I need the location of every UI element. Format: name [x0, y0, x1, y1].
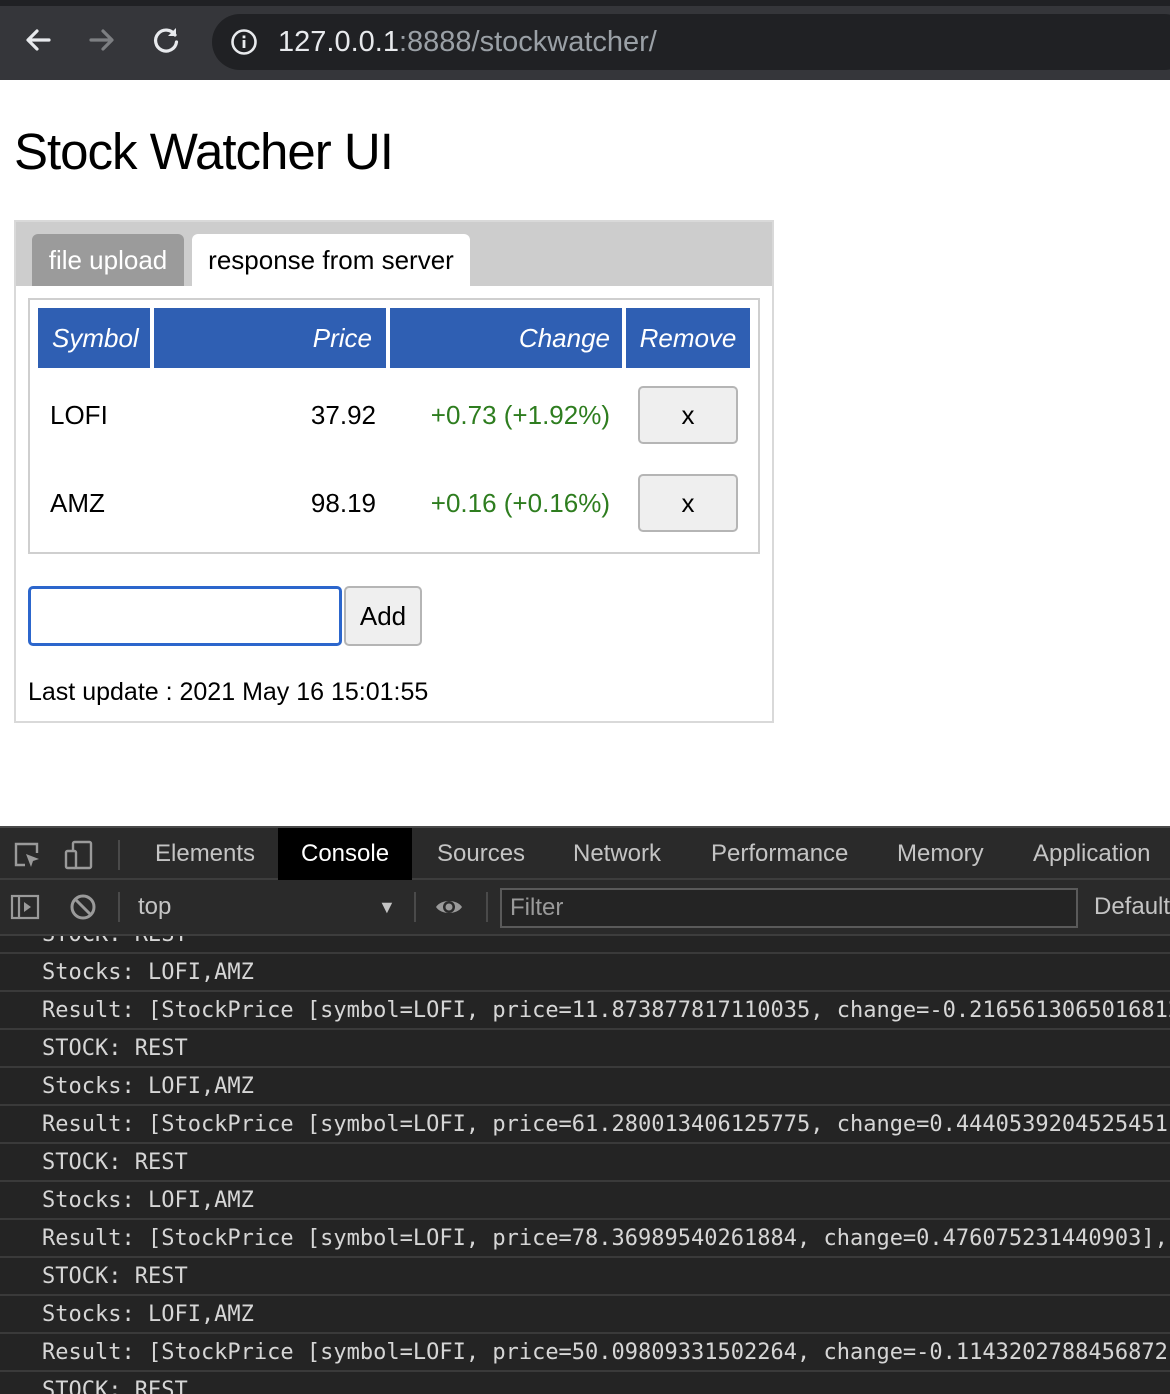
back-arrow-icon	[26, 29, 51, 51]
column-header-remove: Remove	[626, 308, 750, 368]
devtools-tab-console[interactable]: Console	[278, 828, 413, 880]
back-button[interactable]	[18, 20, 58, 60]
console-message: Stocks: LOFI,AMZ	[0, 1296, 1170, 1334]
devtools-tab-application[interactable]: Application	[1010, 828, 1170, 880]
devtools-tab-memory[interactable]: Memory	[874, 828, 1007, 880]
tab-response-from-server[interactable]: response from server	[192, 234, 470, 286]
url-text: 127.0.0.1:8888/stockwatcher/	[278, 26, 657, 58]
row-change: +0.16 (+0.16%)	[430, 488, 610, 518]
devtools-tab-bar: Elements Console Sources Network Perform…	[0, 826, 1170, 880]
url-path: :8888/stockwatcher/	[398, 26, 657, 58]
row-change: +0.73 (+1.92%)	[430, 400, 610, 430]
address-bar[interactable]: 127.0.0.1:8888/stockwatcher/	[212, 14, 1170, 70]
dropdown-arrow-icon: ▼	[378, 897, 396, 917]
devtools-panel: Elements Console Sources Network Perform…	[0, 826, 1170, 1394]
add-symbol-input[interactable]	[28, 586, 342, 646]
page-title: Stock Watcher UI	[14, 123, 394, 180]
toolbar-divider	[486, 892, 488, 922]
toolbar-divider	[118, 892, 120, 922]
context-selector[interactable]: top	[138, 880, 398, 934]
console-message: STOCK: REST	[0, 1030, 1170, 1068]
row-price: 37.92	[310, 400, 376, 430]
reload-icon	[154, 28, 179, 53]
console-message: Result: [StockPrice [symbol=LOFI, price=…	[0, 1106, 1170, 1144]
tab-panel: file upload response from server Symbol …	[14, 220, 774, 723]
remove-button-amz[interactable]: x	[638, 474, 738, 532]
console-message: Stocks: LOFI,AMZ	[0, 1068, 1170, 1106]
console-output[interactable]: STOCK: REST Stocks: LOFI,AMZ Result: [St…	[0, 936, 1170, 1394]
tab-bar: file upload response from server	[16, 222, 772, 286]
browser-toolbar: 127.0.0.1:8888/stockwatcher/	[0, 0, 1170, 80]
console-message: STOCK: REST	[0, 1258, 1170, 1296]
add-button[interactable]: Add	[344, 586, 422, 646]
row-symbol: AMZ	[50, 488, 105, 518]
clear-console-icon[interactable]	[68, 892, 98, 922]
forward-arrow-icon	[89, 29, 114, 51]
console-toolbar: top ▼ Default levels	[0, 880, 1170, 936]
reload-button[interactable]	[146, 20, 186, 60]
last-update-label: Last update : 2021 May 16 15:01:55	[28, 678, 429, 706]
console-message: Result: [StockPrice [symbol=LOFI, price=…	[0, 1220, 1170, 1258]
devtools-tab-network[interactable]: Network	[550, 828, 684, 880]
stock-table: Symbol Price Change Remove LOFI 37.92 +0…	[28, 298, 760, 554]
inspect-element-icon[interactable]	[12, 840, 42, 870]
console-message: Result: [StockPrice [symbol=LOFI, price=…	[0, 1334, 1170, 1372]
column-header-change: Change	[390, 308, 622, 368]
toolbar-divider	[118, 840, 120, 870]
sidebar-toggle-icon[interactable]	[10, 892, 40, 922]
row-price: 98.19	[310, 488, 376, 518]
column-header-price: Price	[154, 308, 386, 368]
remove-button-lofi[interactable]: x	[638, 386, 738, 444]
console-filter-input[interactable]	[500, 888, 1078, 928]
eye-icon[interactable]	[434, 892, 464, 922]
console-message: STOCK: REST	[0, 1372, 1170, 1394]
console-message: STOCK: REST	[0, 936, 1170, 954]
tab-file-upload[interactable]: file upload	[32, 234, 184, 286]
info-icon[interactable]	[230, 28, 258, 56]
toolbar-divider	[414, 892, 416, 922]
row-symbol: LOFI	[50, 400, 108, 430]
device-toolbar-icon[interactable]	[64, 840, 94, 870]
url-host: 127.0.0.1	[278, 26, 399, 58]
devtools-tab-elements[interactable]: Elements	[132, 828, 278, 880]
console-message: Result: [StockPrice [symbol=LOFI, price=…	[0, 992, 1170, 1030]
column-header-symbol: Symbol	[38, 308, 150, 368]
console-message: Stocks: LOFI,AMZ	[0, 1182, 1170, 1220]
forward-button[interactable]	[82, 20, 122, 60]
devtools-tab-sources[interactable]: Sources	[414, 828, 548, 880]
console-message: STOCK: REST	[0, 1144, 1170, 1182]
console-message: Stocks: LOFI,AMZ	[0, 954, 1170, 992]
devtools-tab-performance[interactable]: Performance	[688, 828, 871, 880]
log-levels-dropdown[interactable]: Default levels	[1094, 880, 1170, 934]
